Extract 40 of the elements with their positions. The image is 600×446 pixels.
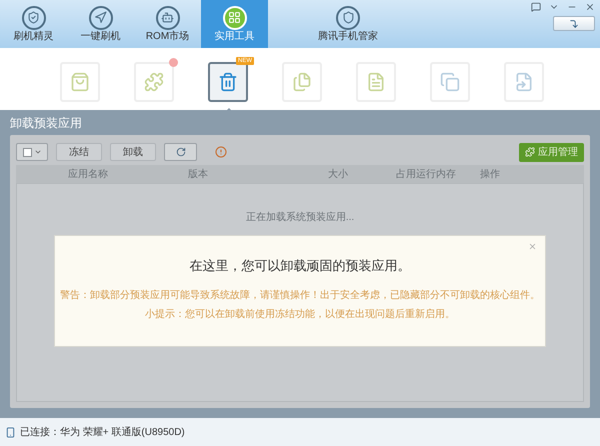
column-header: 版本 [188,168,209,182]
puzzle-icon [525,147,535,157]
nav-tab[interactable]: 一键刷机 [67,0,134,48]
dropdown-icon [34,148,42,156]
robot-icon [156,6,180,30]
files-icon [292,72,312,92]
arrow-icon [569,18,579,28]
nav-tab[interactable]: ROM市场 [134,0,201,48]
bag-icon [70,72,90,92]
grid-icon [222,6,246,30]
section-title: 卸载预装应用 [10,114,82,132]
copy-icon [440,72,460,92]
refresh-button[interactable] [164,143,197,161]
phone-icon [5,426,16,438]
document-icon [366,72,386,92]
nav-tab[interactable]: 腾讯手机管家 [268,0,428,48]
column-header: 占用运行内存 [396,168,457,182]
toolbar-button[interactable]: 冻结 [56,143,102,161]
puzzle-icon [144,72,164,92]
loading-text: 正在加载系统预装应用... [246,210,354,225]
tool-button[interactable] [208,62,248,102]
nav-tab[interactable]: 刷机精灵 [0,0,67,48]
select-all-checkbox[interactable] [16,143,48,161]
warning-icon [215,146,227,158]
refresh-icon [176,147,186,157]
column-header: 操作 [480,168,501,182]
column-header: 应用名称 [68,168,109,182]
close-icon[interactable] [585,2,595,12]
chat-icon[interactable] [531,2,541,12]
file-arrow-icon [514,72,534,92]
column-header: 大小 [328,168,349,182]
warning-text: 警告：卸载部分预装应用可能导致系统故障，请谨慎操作！出于安全考虑，已隐藏部分不可卸载的核心组件。 [60,288,540,302]
shield-icon [22,6,46,30]
arrow-button[interactable] [553,16,595,31]
dialog-heading: 在这里，您可以卸载顽固的预装应用。 [190,257,410,275]
trash-icon [218,72,238,92]
tip-text: 小提示：您可以在卸载前使用冻结功能，以便在出现问题后重新启用。 [145,308,455,322]
toolbar-button[interactable]: 卸载 [110,143,156,161]
connection-status: 已连接：华为 荣耀+ 联通版(U8950D) [20,426,185,440]
shield-icon [336,6,360,30]
